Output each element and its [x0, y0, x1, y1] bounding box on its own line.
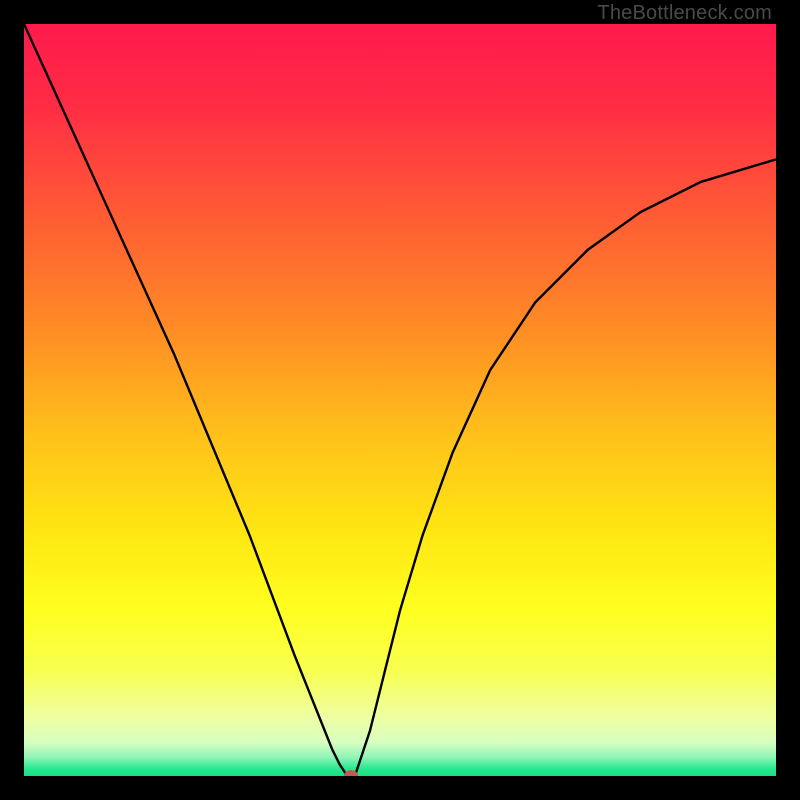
bottleneck-curve [24, 24, 776, 776]
watermark-text: TheBottleneck.com [597, 2, 772, 25]
plot-area [24, 24, 776, 776]
optimum-marker [344, 770, 358, 776]
chart-outer-frame: TheBottleneck.com [0, 0, 800, 800]
